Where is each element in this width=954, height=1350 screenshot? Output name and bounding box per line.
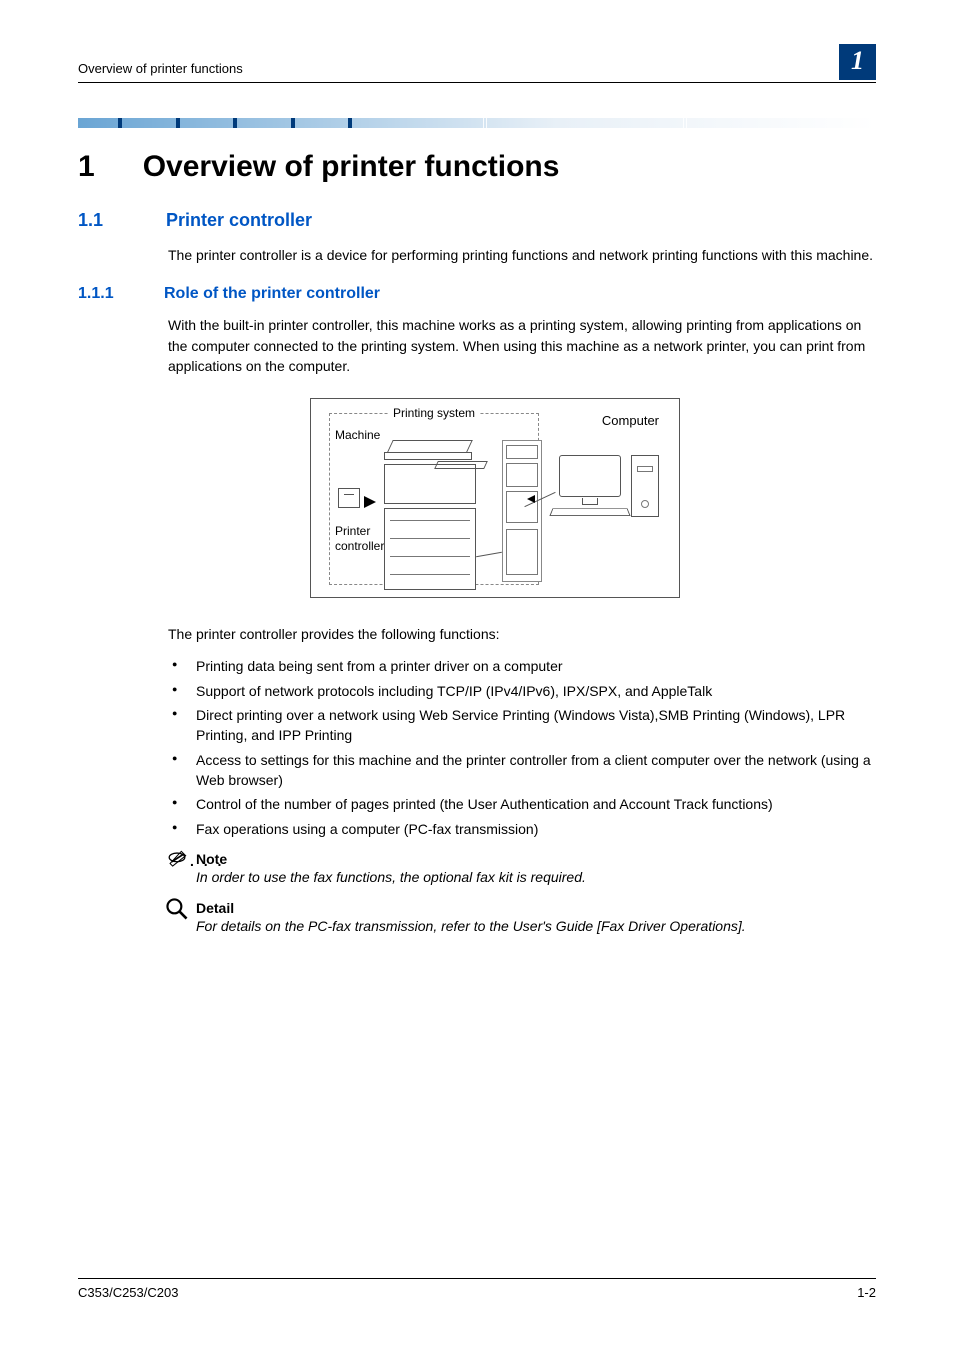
- functions-intro: The printer controller provides the foll…: [168, 624, 876, 644]
- computer-label: Computer: [602, 413, 659, 428]
- chapter-badge: 1: [839, 44, 876, 80]
- list-item: Direct printing over a network using Web…: [168, 705, 876, 746]
- chapter-heading: 1 Overview of printer functions: [78, 150, 876, 184]
- footer-model: C353/C253/C203: [78, 1285, 178, 1300]
- printing-system-box: Printing system Machine Printer controll…: [329, 413, 539, 585]
- note-callout: . . . Note In order to use the fax funct…: [168, 851, 876, 888]
- list-item: Control of the number of pages printed (…: [168, 794, 876, 814]
- list-item: Support of network protocols including T…: [168, 681, 876, 701]
- detail-body: For details on the PC-fax transmission, …: [196, 916, 876, 937]
- list-item: Fax operations using a computer (PC-fax …: [168, 819, 876, 839]
- subsection-intro: With the built-in printer controller, th…: [168, 315, 876, 376]
- page-footer: C353/C253/C203 1-2: [78, 1278, 876, 1300]
- running-title: Overview of printer functions: [78, 61, 243, 76]
- keyboard-icon: [549, 509, 630, 517]
- mfp-icon: [384, 440, 476, 590]
- subsection-title: Role of the printer controller: [164, 285, 380, 303]
- arrow-icon: [527, 495, 535, 503]
- note-body: In order to use the fax functions, the o…: [196, 867, 876, 888]
- ellipsis-icon: . . .: [190, 853, 224, 869]
- decorative-bar: [78, 118, 876, 128]
- printing-system-label: Printing system: [389, 406, 479, 420]
- section-heading: 1.1 Printer controller: [78, 210, 876, 231]
- section-intro: The printer controller is a device for p…: [168, 245, 876, 265]
- section-number: 1.1: [78, 210, 120, 231]
- arrow-icon: [364, 496, 376, 508]
- printer-controller-label: Printer controller: [335, 524, 384, 553]
- system-diagram: Printing system Machine Printer controll…: [310, 398, 680, 598]
- functions-list: Printing data being sent from a printer …: [168, 656, 876, 838]
- monitor-icon: [559, 455, 621, 497]
- section-title: Printer controller: [166, 210, 312, 231]
- magnifier-icon: [164, 896, 190, 922]
- subsection-number: 1.1.1: [78, 285, 128, 303]
- list-item: Printing data being sent from a printer …: [168, 656, 876, 676]
- detail-heading: Detail: [196, 900, 876, 916]
- list-item: Access to settings for this machine and …: [168, 750, 876, 791]
- note-heading: Note: [196, 851, 876, 867]
- running-header: Overview of printer functions 1: [78, 40, 876, 83]
- chapter-title: Overview of printer functions: [143, 150, 560, 184]
- subsection-heading: 1.1.1 Role of the printer controller: [78, 285, 876, 303]
- chapter-number: 1: [78, 150, 95, 184]
- detail-callout: Detail For details on the PC-fax transmi…: [168, 900, 876, 937]
- machine-label: Machine: [335, 428, 380, 442]
- footer-page: 1-2: [857, 1285, 876, 1300]
- pc-tower-icon: [631, 455, 659, 517]
- note-icon: [164, 847, 190, 873]
- server-rack-icon: [502, 440, 542, 582]
